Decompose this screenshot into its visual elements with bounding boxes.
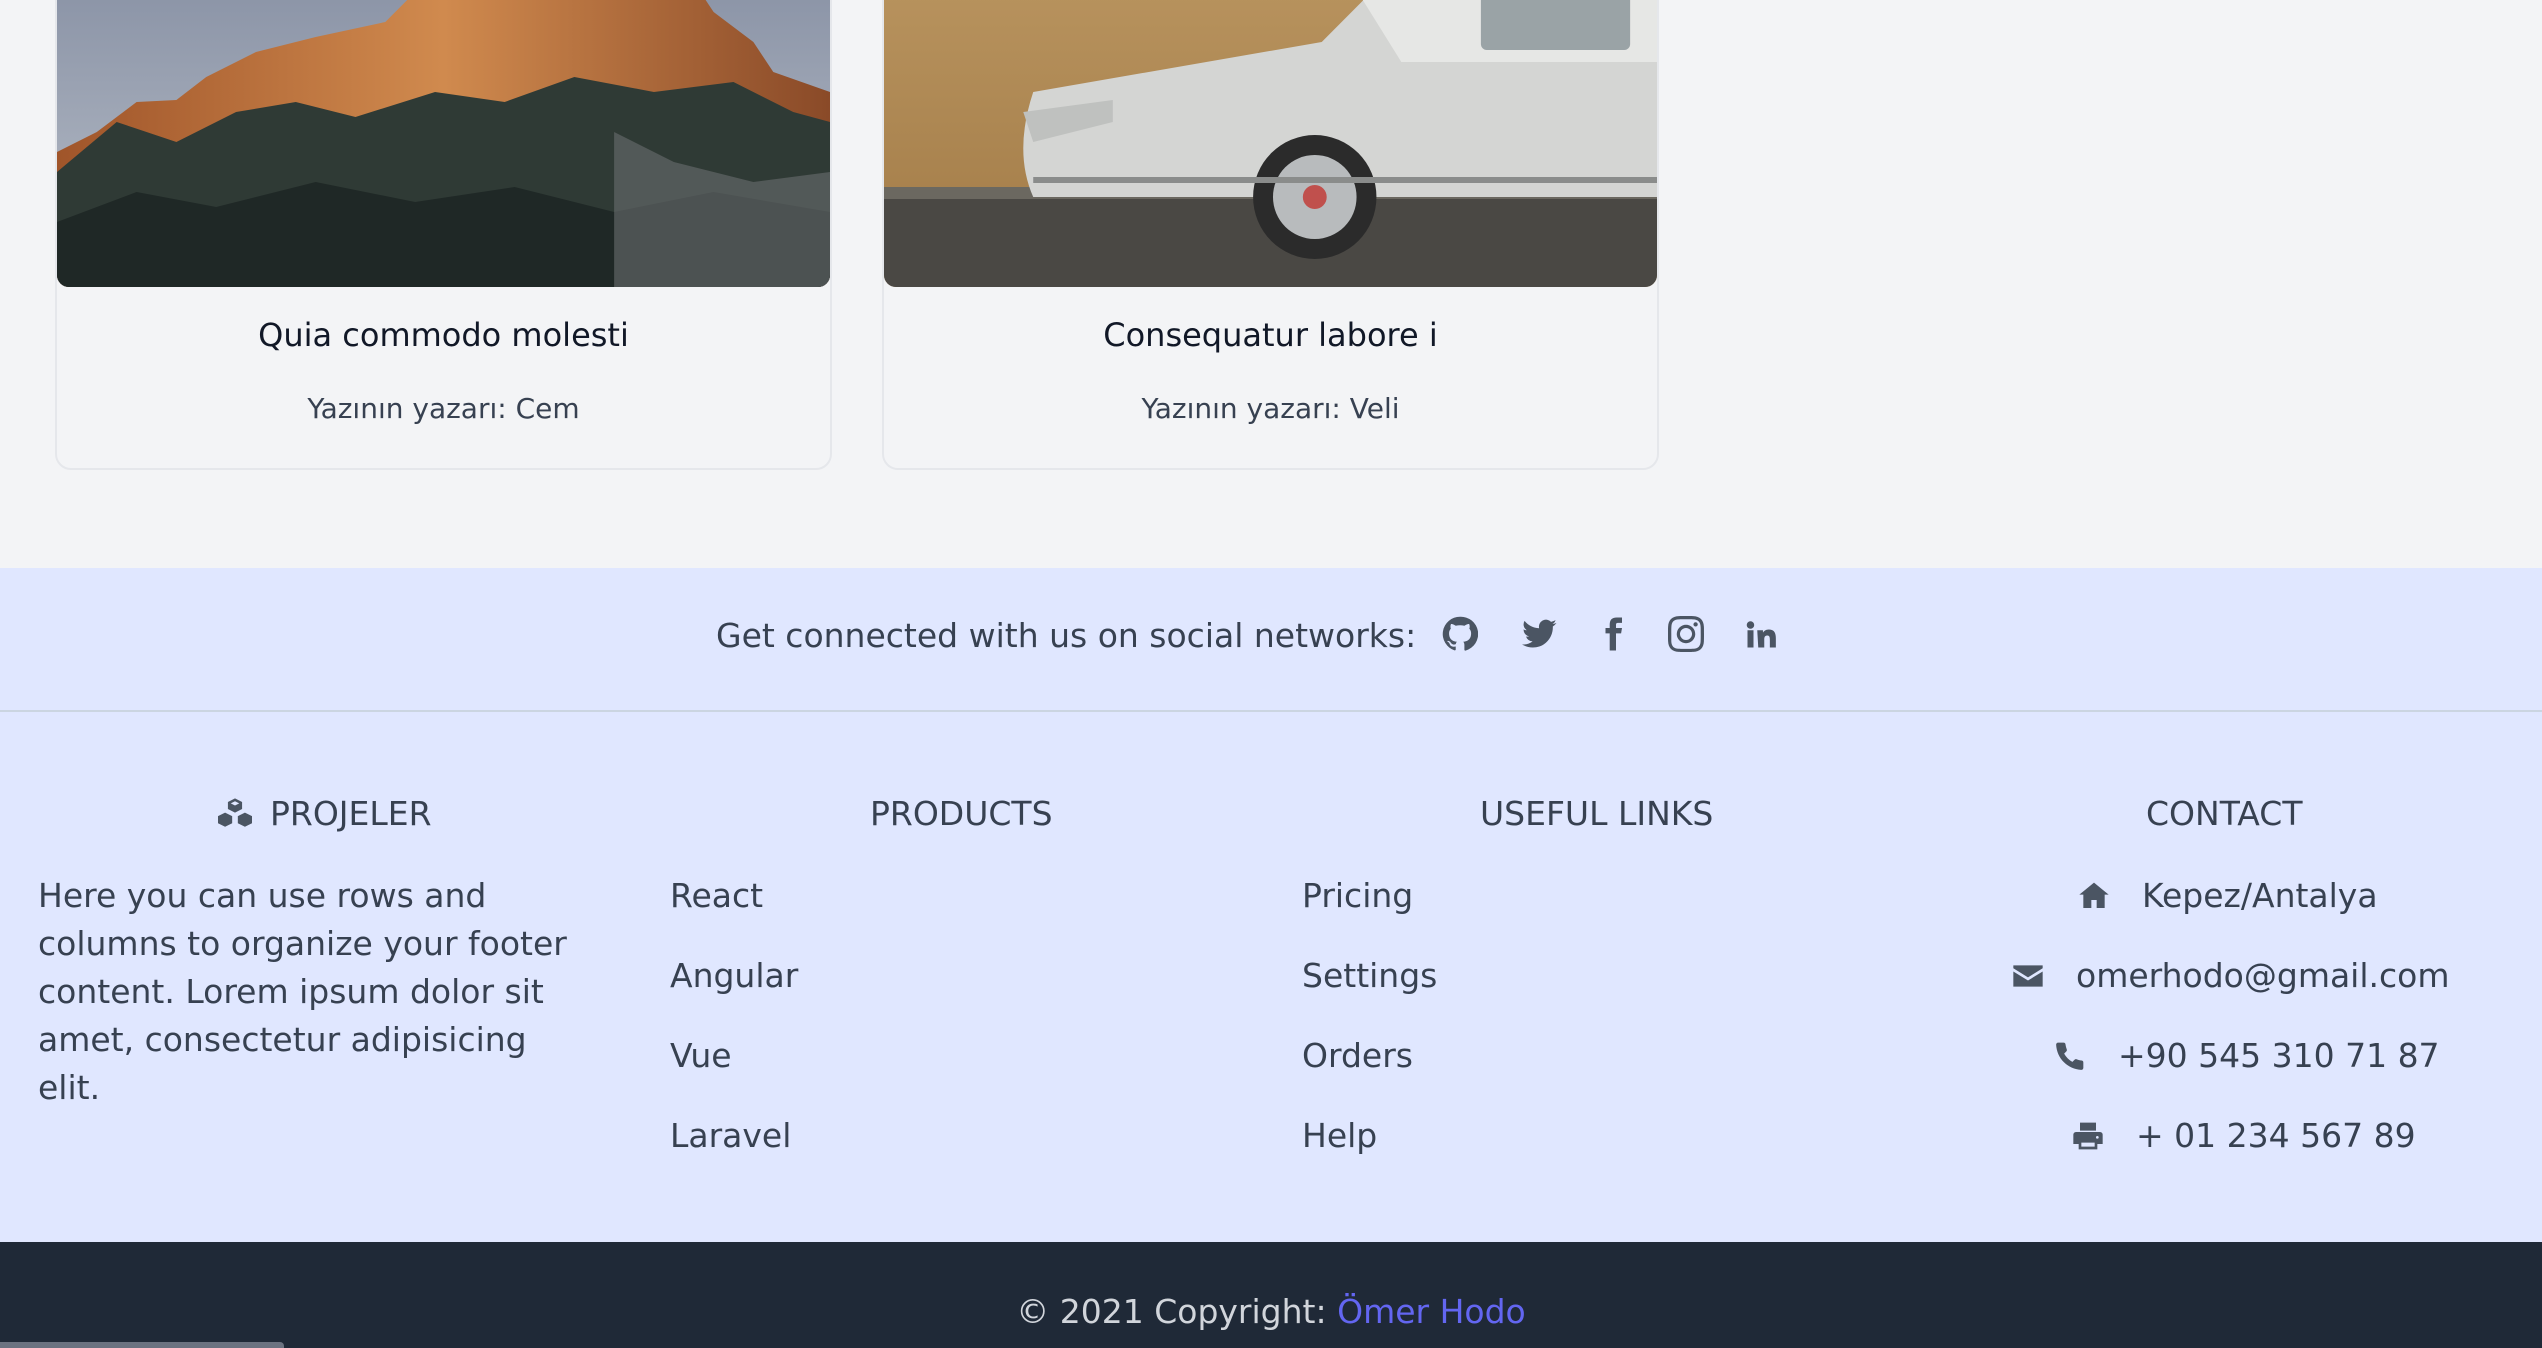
- contact-phone[interactable]: +90 545 310 71 87: [2054, 1036, 2440, 1075]
- post-image-car[interactable]: [884, 0, 1657, 287]
- post-author: Yazının yazarı: Veli: [1141, 392, 1400, 425]
- product-link-angular[interactable]: Angular: [670, 956, 798, 995]
- copyright-author-link[interactable]: Ömer Hodo: [1337, 1292, 1526, 1331]
- social-text: Get connected with us on social networks…: [716, 616, 1417, 655]
- printer-icon: [2073, 1122, 2103, 1149]
- facebook-icon[interactable]: [1593, 614, 1633, 654]
- instagram-icon[interactable]: [1666, 614, 1706, 654]
- copyright-prefix: © 2021 Copyright:: [1016, 1292, 1327, 1331]
- product-link-vue[interactable]: Vue: [670, 1036, 732, 1075]
- contact-fax: + 01 234 567 89: [2072, 1116, 2416, 1155]
- horizontal-scrollbar[interactable]: [0, 1342, 284, 1348]
- useful-links-heading: USEFUL LINKS: [1480, 794, 1714, 833]
- product-link-laravel[interactable]: Laravel: [670, 1116, 791, 1155]
- posts-grid: Quia commodo molesti Yazının yazarı: Cem: [0, 0, 2542, 568]
- envelope-icon: [2013, 964, 2043, 987]
- post-title[interactable]: Consequatur labore i: [884, 316, 1657, 354]
- home-icon: [2079, 882, 2109, 908]
- useful-link-help[interactable]: Help: [1302, 1116, 1377, 1155]
- phone-icon: [2056, 1042, 2084, 1070]
- contact-heading: CONTACT: [2146, 794, 2303, 833]
- post-card[interactable]: Consequatur labore i Yazının yazarı: Vel…: [882, 0, 1659, 470]
- contact-address: Kepez/Antalya: [2078, 876, 2378, 915]
- about-heading: PROJELER: [218, 794, 432, 833]
- social-bar: Get connected with us on social networks…: [0, 568, 2542, 712]
- contact-email[interactable]: omerhodo@gmail.com: [2012, 956, 2450, 995]
- twitter-icon[interactable]: [1520, 614, 1560, 654]
- copyright-text: © 2021 Copyright: Ömer Hodo: [0, 1292, 2542, 1331]
- product-link-react[interactable]: React: [670, 876, 763, 915]
- linkedin-icon[interactable]: [1741, 614, 1781, 654]
- products-heading: PRODUCTS: [870, 794, 1053, 833]
- about-text: Here you can use rows and columns to org…: [38, 876, 567, 1107]
- footer: PROJELER Here you can use rows and colum…: [0, 712, 2542, 1242]
- useful-link-orders[interactable]: Orders: [1302, 1036, 1413, 1075]
- cubes-icon: [218, 797, 252, 827]
- post-image-mountain[interactable]: [57, 0, 830, 287]
- github-icon[interactable]: [1440, 614, 1480, 654]
- about-title: PROJELER: [270, 794, 432, 833]
- useful-link-pricing[interactable]: Pricing: [1302, 876, 1413, 915]
- useful-link-settings[interactable]: Settings: [1302, 956, 1437, 995]
- post-title[interactable]: Quia commodo molesti: [57, 316, 830, 354]
- post-card[interactable]: Quia commodo molesti Yazının yazarı: Cem: [55, 0, 832, 470]
- post-author: Yazının yazarı: Cem: [307, 392, 580, 425]
- copyright-bar: © 2021 Copyright: Ömer Hodo: [0, 1242, 2542, 1348]
